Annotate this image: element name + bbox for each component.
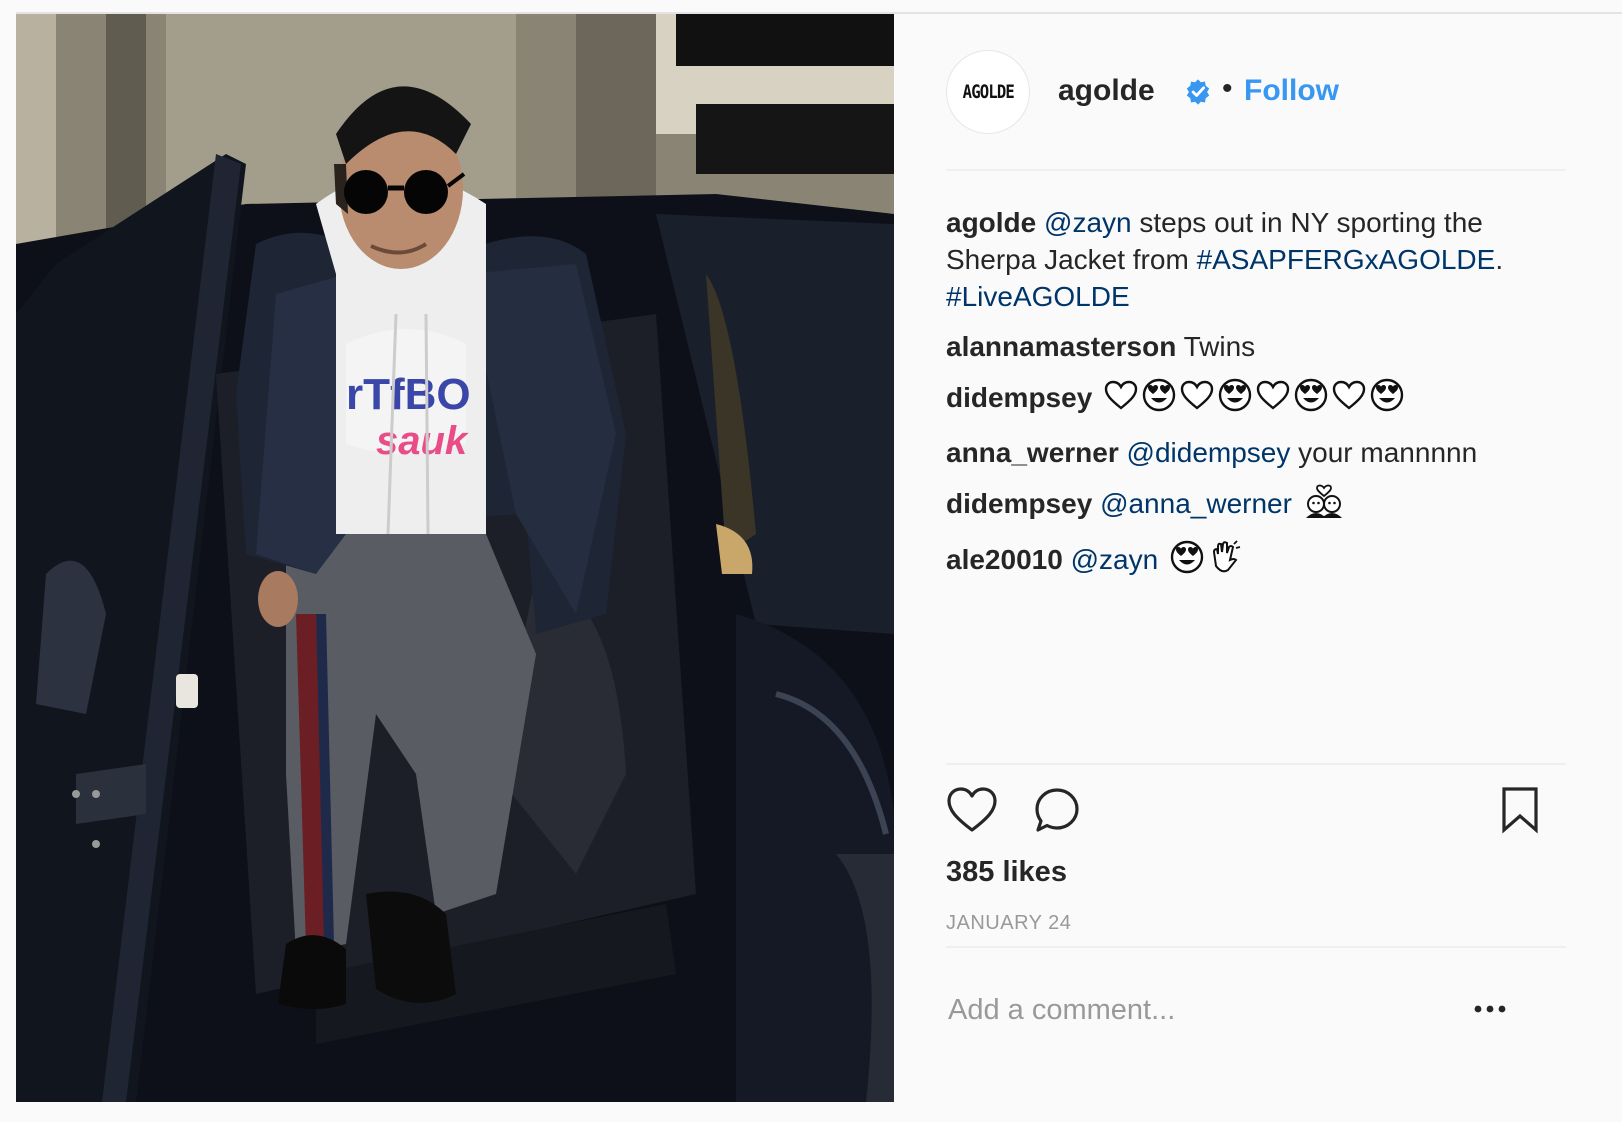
- follow-button[interactable]: Follow: [1244, 74, 1339, 108]
- page-bottom-band: [16, 1102, 1622, 1122]
- heart-eyes-emoji-icon: [1370, 378, 1404, 421]
- comment-username[interactable]: didempsey: [946, 488, 1092, 519]
- comment-tag-link[interactable]: @didempsey: [1127, 437, 1291, 468]
- footer-divider: [946, 946, 1566, 948]
- bookmark-icon[interactable]: [1500, 786, 1540, 834]
- heart-eyes-emoji-icon: [1218, 378, 1252, 421]
- comment-tag-link[interactable]: #ASAPFERGxAGOLDE: [1197, 244, 1496, 275]
- heart-icon[interactable]: [946, 786, 998, 834]
- comment-tag-link[interactable]: #LiveAGOLDE: [946, 281, 1130, 312]
- avatar-logo-text: AGOLDE: [962, 81, 1014, 103]
- comment-username[interactable]: ale20010: [946, 544, 1063, 575]
- white-heart-emoji-icon: [1104, 380, 1138, 419]
- post-details: AGOLDE agolde • Follow agolde @zayn step…: [894, 14, 1622, 1102]
- comment-item: alannamasterson Twins: [946, 328, 1566, 365]
- post-header: AGOLDE agolde • Follow: [946, 50, 1566, 134]
- comment-username[interactable]: didempsey: [946, 382, 1092, 413]
- couple-with-heart-emoji-icon: [1304, 484, 1344, 527]
- comment-tag-link[interactable]: @anna_werner: [1100, 488, 1292, 519]
- comment-item: anna_werner @didempsey your mannnnn: [946, 434, 1566, 471]
- comments-divider: [946, 763, 1566, 765]
- action-bar: [946, 786, 1566, 838]
- white-heart-emoji-icon: [1256, 380, 1290, 419]
- verified-badge-icon: [1186, 79, 1210, 105]
- comment-tag-link[interactable]: @zayn: [1044, 207, 1132, 238]
- comment-item: didempsey @anna_werner: [946, 484, 1566, 527]
- comment-text: [1292, 488, 1300, 519]
- heart-eyes-emoji-icon: [1142, 378, 1176, 421]
- svg-text:rTfBO: rTfBO: [346, 370, 471, 419]
- post-photo[interactable]: rTfBO sauk: [16, 14, 894, 1102]
- heart-eyes-emoji-icon: [1294, 378, 1328, 421]
- avatar[interactable]: AGOLDE: [946, 50, 1030, 134]
- post-date: JANUARY 24: [946, 912, 1072, 934]
- comment-icon[interactable]: [1032, 786, 1082, 836]
- heart-eyes-emoji-icon: [1170, 540, 1204, 583]
- header-separator: •: [1222, 72, 1233, 105]
- comment-username[interactable]: alannamasterson: [946, 331, 1176, 362]
- clapping-hands-emoji-icon: [1208, 540, 1242, 583]
- likes-count[interactable]: 385 likes: [946, 856, 1067, 889]
- comment-tag-link[interactable]: @zayn: [1071, 544, 1159, 575]
- header-username[interactable]: agolde: [1058, 74, 1155, 108]
- comment-username[interactable]: anna_werner: [946, 437, 1119, 468]
- comment-text: .: [1495, 244, 1504, 275]
- white-heart-emoji-icon: [1180, 380, 1214, 419]
- comment-text: Twins: [1183, 331, 1256, 362]
- post-image: rTfBO sauk: [16, 14, 894, 1102]
- comment-item: agolde @zayn steps out in NY sporting th…: [946, 204, 1566, 315]
- more-options-icon[interactable]: [1472, 994, 1508, 1024]
- white-heart-emoji-icon: [1332, 380, 1366, 419]
- comments-list: agolde @zayn steps out in NY sporting th…: [946, 204, 1566, 596]
- add-comment-input[interactable]: [946, 984, 1510, 1036]
- header-divider: [946, 169, 1566, 171]
- comment-item: didempsey: [946, 378, 1566, 421]
- comment-username[interactable]: agolde: [946, 207, 1036, 238]
- comment-text: your mannnnn: [1290, 437, 1478, 468]
- comment-item: ale20010 @zayn: [946, 540, 1566, 583]
- comment-text: [1158, 544, 1166, 575]
